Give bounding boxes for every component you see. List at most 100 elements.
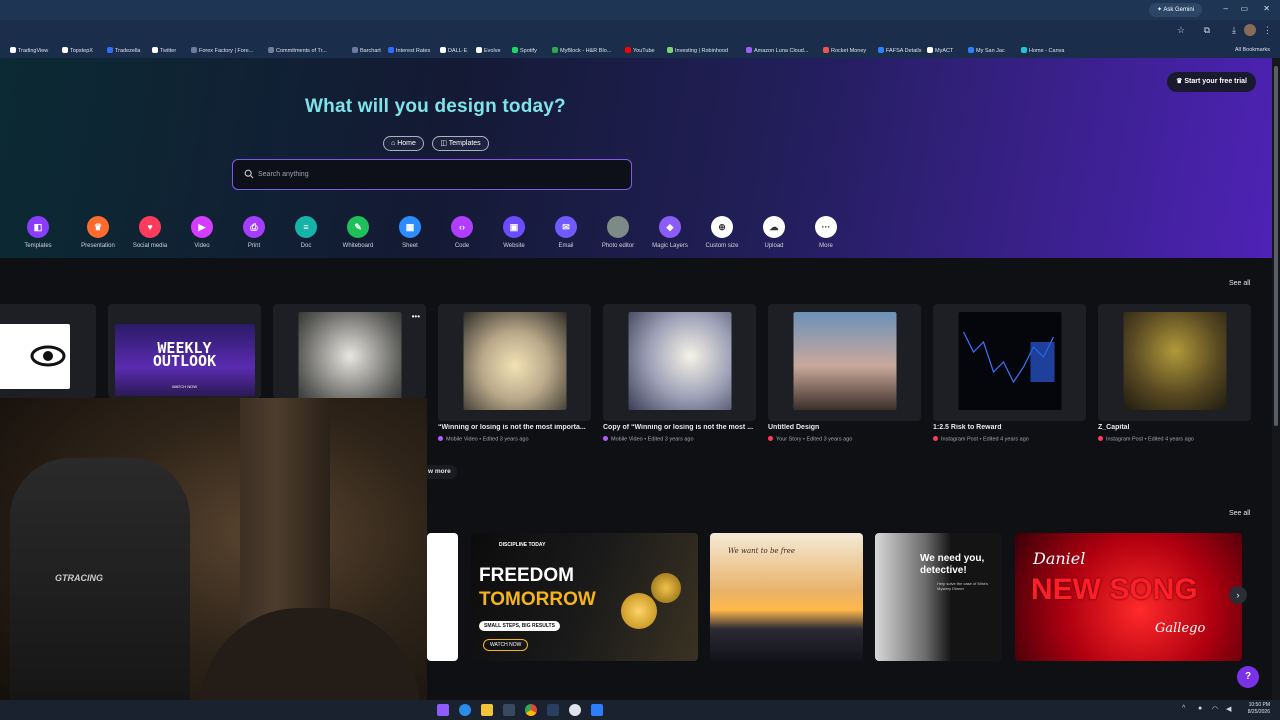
file-explorer-icon[interactable]: [481, 704, 493, 716]
design-title[interactable]: “Winning or losing is not the most impor…: [438, 424, 588, 431]
bookmark-item[interactable]: Forex Factory | Fore...: [191, 47, 253, 54]
copilot-icon[interactable]: [437, 704, 449, 716]
category-video[interactable]: ▶ Video: [176, 216, 228, 249]
scrollbar-thumb[interactable]: [1274, 66, 1278, 426]
bookmark-item[interactable]: MyBlock - H&R Blo...: [552, 47, 611, 54]
category-photo-editor[interactable]: Photo editor: [592, 216, 644, 249]
profile-avatar[interactable]: [1244, 24, 1256, 36]
bookmark-item[interactable]: Rocket Money: [823, 47, 866, 54]
design-title[interactable]: Untitled Design: [768, 424, 918, 431]
page-scrollbar[interactable]: [1272, 58, 1280, 700]
template-card-freedom[interactable]: DISCIPLINE TODAY FREEDOM TOMORROW SMALL …: [471, 533, 698, 661]
bookmark-favicon-icon: [968, 47, 974, 53]
wifi-icon[interactable]: ◠: [1212, 705, 1218, 713]
start-trial-button[interactable]: ♛ Start your free trial: [1167, 72, 1256, 92]
star-icon[interactable]: ☆: [1177, 25, 1185, 36]
bookmark-item[interactable]: DALL·E: [440, 47, 467, 54]
bookmark-item[interactable]: Tradezella: [107, 47, 140, 54]
bookmark-item[interactable]: FAFSA Details: [878, 47, 921, 54]
bookmark-item[interactable]: Evolve: [476, 47, 501, 54]
category-label: Custom size: [705, 243, 739, 249]
recent-design-card[interactable]: [1098, 304, 1251, 421]
category-templates[interactable]: ◧ Templates: [12, 216, 64, 249]
ask-gemini-button[interactable]: ✦ Ask Gemini: [1148, 3, 1202, 17]
category-label: Video: [194, 243, 210, 249]
bookmark-item[interactable]: Barchart: [352, 47, 381, 54]
calculator-icon[interactable]: [503, 704, 515, 716]
bookmark-label: Amazon Luna Cloud...: [754, 48, 809, 54]
category-whiteboard[interactable]: ✎ Whiteboard: [332, 216, 384, 249]
bookmark-item[interactable]: Spotify: [512, 47, 537, 54]
bookmark-item[interactable]: Amazon Luna Cloud...: [746, 47, 808, 54]
bookmark-item[interactable]: Twitter: [152, 47, 176, 54]
template-card[interactable]: [427, 533, 458, 661]
category-code[interactable]: ‹› Code: [436, 216, 488, 249]
chrome-icon[interactable]: [525, 704, 537, 716]
recent-design-card[interactable]: [933, 304, 1086, 421]
clock-date: 8/25/2026: [1247, 709, 1270, 715]
recent-design-card[interactable]: [768, 304, 921, 421]
category-custom-size[interactable]: ⊕ Custom size: [696, 216, 748, 249]
extensions-icon[interactable]: ⧉: [1204, 25, 1210, 36]
app-icon[interactable]: [591, 704, 603, 716]
all-bookmarks-button[interactable]: All Bookmarks: [1235, 47, 1270, 53]
recent-design-card[interactable]: [603, 304, 756, 421]
recent-design-card[interactable]: WEEKLY OUTLOOK WATCH NOW: [108, 304, 261, 398]
template-card-sunset[interactable]: We want to be free: [710, 533, 863, 661]
bookmark-item[interactable]: TradingView: [10, 47, 48, 54]
start-trial-label: Start your free trial: [1184, 78, 1247, 85]
recent-design-card[interactable]: [438, 304, 591, 421]
category-presentation[interactable]: ♛ Presentation: [72, 216, 124, 249]
bookmark-item[interactable]: Commitments of Tr...: [268, 47, 327, 54]
templates-see-all-link[interactable]: See all: [1229, 510, 1250, 517]
tab-templates[interactable]: ◫ Templates: [432, 136, 489, 151]
category-magic-layers[interactable]: ◆ Magic Layers: [644, 216, 696, 249]
template-card-detective[interactable]: We need you, detective! Help solve the c…: [875, 533, 1002, 661]
category-website[interactable]: ▣ Website: [488, 216, 540, 249]
steam-icon[interactable]: [547, 704, 559, 716]
recent-see-all-link[interactable]: See all: [1229, 280, 1250, 287]
bookmark-item[interactable]: Interest Rates: [388, 47, 430, 54]
design-title[interactable]: Copy of “Winning or losing is not the mo…: [603, 424, 753, 431]
taskbar-clock[interactable]: 10:50 PM 8/25/2026: [1248, 702, 1270, 716]
recent-design-card[interactable]: •••: [273, 304, 426, 398]
search-placeholder: Search anything: [258, 171, 309, 178]
design-title[interactable]: Z_Capital: [1098, 424, 1248, 431]
edge-icon[interactable]: [459, 704, 471, 716]
template-song-name: Daniel: [1033, 549, 1086, 568]
category-more[interactable]: ··· More: [800, 216, 852, 249]
design-thumbnail: [1123, 312, 1226, 410]
bookmark-item[interactable]: My San Jac: [968, 47, 1005, 54]
category-sheet[interactable]: ▦ Sheet: [384, 216, 436, 249]
download-icon[interactable]: ⤓: [1232, 25, 1236, 36]
microphone-icon[interactable]: ●: [1198, 705, 1202, 712]
category-social-media[interactable]: ♥ Social media: [124, 216, 176, 249]
bookmark-item[interactable]: YouTube: [625, 47, 655, 54]
github-icon[interactable]: [569, 704, 581, 716]
recent-design-card[interactable]: [0, 304, 96, 398]
design-title[interactable]: 1:2.5 Risk to Reward: [933, 424, 1083, 431]
bookmark-item[interactable]: MyACT: [927, 47, 953, 54]
bookmark-item[interactable]: TopstepX: [62, 47, 93, 54]
help-button[interactable]: ?: [1237, 666, 1259, 688]
carousel-next-button[interactable]: ›: [1229, 586, 1247, 604]
volume-icon[interactable]: ◀: [1226, 705, 1231, 713]
category-print[interactable]: ⎙ Print: [228, 216, 280, 249]
category-email[interactable]: ✉ Email: [540, 216, 592, 249]
tab-home[interactable]: ⌂ Home: [383, 136, 424, 151]
weekly-outlook-cta: WATCH NOW: [171, 384, 198, 389]
bookmark-item[interactable]: Home - Canva: [1021, 47, 1064, 54]
template-card-song[interactable]: Daniel NEW SONG Gallego: [1015, 533, 1242, 661]
bookmark-item[interactable]: Investing | Robinhood: [667, 47, 728, 54]
category-doc[interactable]: ≡ Doc: [280, 216, 332, 249]
minimize-icon[interactable]: –: [1224, 4, 1228, 13]
chart-thumbnail: [962, 331, 1054, 384]
maximize-icon[interactable]: ▭: [1240, 4, 1248, 13]
tray-chevron-icon[interactable]: ^: [1182, 705, 1185, 712]
search-input[interactable]: Search anything: [232, 159, 632, 190]
close-icon[interactable]: ✕: [1263, 4, 1270, 13]
show-more-button[interactable]: w more: [422, 465, 457, 479]
more-options-icon[interactable]: •••: [412, 312, 420, 321]
category-upload[interactable]: ☁ Upload: [748, 216, 800, 249]
menu-icon[interactable]: ⋮: [1263, 25, 1272, 36]
